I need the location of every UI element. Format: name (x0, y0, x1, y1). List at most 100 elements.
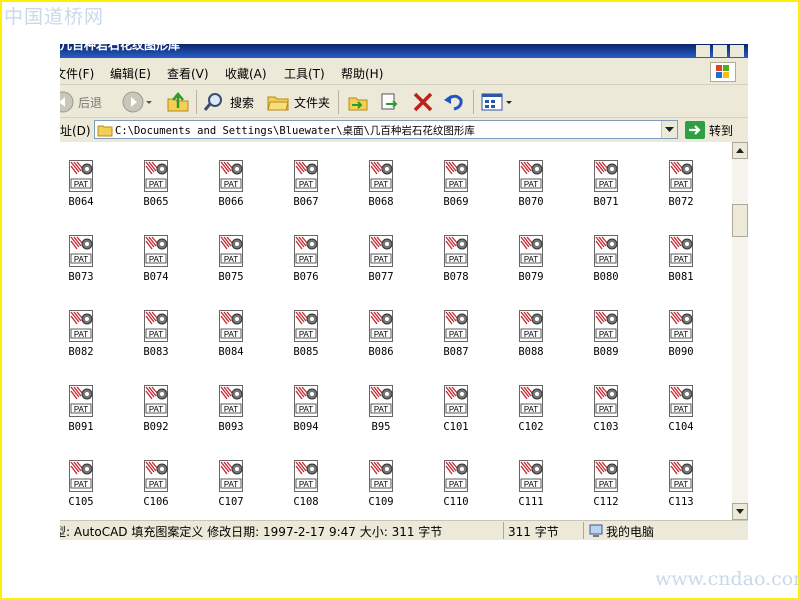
menu-favorites[interactable]: 收藏(A) (225, 65, 267, 82)
file-item[interactable]: PAT B078 (425, 235, 485, 295)
folder-up-icon (167, 92, 189, 112)
menu-edit[interactable]: 编辑(E) (110, 65, 151, 82)
forward-arrow-icon (122, 91, 144, 113)
file-item[interactable]: PAT B091 (60, 385, 110, 445)
file-name: B077 (368, 271, 394, 283)
file-item[interactable]: PAT B093 (200, 385, 260, 445)
file-item[interactable]: PAT B95 (350, 385, 410, 445)
file-item[interactable]: PAT C105 (60, 460, 110, 520)
status-zone: 我的电脑 (606, 525, 655, 539)
file-item[interactable]: PAT C111 (500, 460, 560, 520)
address-input[interactable]: C:\Documents and Settings\Bluewater\桌面\几… (94, 120, 678, 139)
file-item[interactable]: PAT C113 (650, 460, 710, 520)
file-name: B086 (368, 346, 394, 358)
move-to-button[interactable] (346, 91, 370, 113)
search-button[interactable]: 搜索 (202, 91, 254, 113)
menu-view[interactable]: 查看(V) (167, 65, 209, 82)
pat-file-icon: PAT (669, 160, 693, 192)
pat-badge: PAT (299, 330, 313, 339)
scroll-thumb[interactable] (732, 204, 748, 237)
pat-file-icon: PAT (369, 385, 393, 417)
file-item[interactable]: PAT B088 (500, 310, 560, 370)
file-item[interactable]: PAT B065 (125, 160, 185, 220)
toolbar-separator (338, 90, 339, 114)
window-controls[interactable] (696, 45, 744, 57)
file-item[interactable]: PAT B067 (275, 160, 335, 220)
file-item[interactable]: PAT C112 (575, 460, 635, 520)
file-item[interactable]: PAT C106 (125, 460, 185, 520)
scroll-down-button[interactable] (732, 503, 748, 520)
pat-file-icon: PAT (69, 310, 93, 342)
pat-file-icon: PAT (144, 160, 168, 192)
copy-to-button[interactable] (378, 91, 402, 113)
vertical-scrollbar[interactable] (732, 142, 748, 520)
file-item[interactable]: PAT B083 (125, 310, 185, 370)
scroll-up-button[interactable] (732, 142, 748, 159)
pat-badge: PAT (524, 255, 538, 264)
file-item[interactable]: PAT C110 (425, 460, 485, 520)
file-item[interactable]: PAT B064 (60, 160, 110, 220)
menu-help[interactable]: 帮助(H) (341, 65, 383, 82)
file-item[interactable]: PAT B081 (650, 235, 710, 295)
file-item[interactable]: PAT B080 (575, 235, 635, 295)
file-item[interactable]: PAT B079 (500, 235, 560, 295)
pat-file-icon: PAT (144, 235, 168, 267)
file-item[interactable]: PAT C107 (200, 460, 260, 520)
file-name: C101 (443, 421, 469, 433)
file-item[interactable]: PAT B069 (425, 160, 485, 220)
arrow-down-icon (736, 509, 744, 514)
watermark-bottom: www.cndao.com (655, 568, 800, 590)
file-item[interactable]: PAT B074 (125, 235, 185, 295)
folders-button[interactable]: 文件夹 (266, 91, 330, 113)
file-item[interactable]: PAT B084 (200, 310, 260, 370)
file-item[interactable]: PAT C104 (650, 385, 710, 445)
address-dropdown-button[interactable] (661, 121, 677, 138)
views-button[interactable] (480, 91, 514, 113)
file-name: B090 (668, 346, 694, 358)
file-item[interactable]: PAT C102 (500, 385, 560, 445)
file-item[interactable]: PAT B077 (350, 235, 410, 295)
menu-file[interactable]: 文件(F) (60, 65, 94, 82)
title-bar[interactable]: 几百种岩石花纹图形库 (60, 44, 748, 58)
menu-tools[interactable]: 工具(T) (284, 65, 325, 82)
file-item[interactable]: PAT B068 (350, 160, 410, 220)
toolbar-separator (473, 90, 474, 114)
pat-badge: PAT (674, 330, 688, 339)
pat-file-icon: PAT (69, 160, 93, 192)
pat-file-icon: PAT (294, 160, 318, 192)
search-icon (203, 93, 222, 111)
file-item[interactable]: PAT B070 (500, 160, 560, 220)
forward-button[interactable] (122, 91, 154, 113)
file-item[interactable]: PAT B094 (275, 385, 335, 445)
file-item[interactable]: PAT C103 (575, 385, 635, 445)
delete-button[interactable] (411, 91, 435, 113)
file-item[interactable]: PAT B090 (650, 310, 710, 370)
file-item[interactable]: PAT B071 (575, 160, 635, 220)
pat-badge: PAT (599, 330, 613, 339)
pat-file-icon: PAT (519, 310, 543, 342)
file-item[interactable]: PAT C101 (425, 385, 485, 445)
file-item[interactable]: PAT B075 (200, 235, 260, 295)
undo-button[interactable] (442, 91, 466, 113)
file-item[interactable]: PAT B072 (650, 160, 710, 220)
file-item[interactable]: PAT B086 (350, 310, 410, 370)
chevron-down-icon (146, 101, 152, 104)
file-item[interactable]: PAT C108 (275, 460, 335, 520)
file-item[interactable]: PAT B076 (275, 235, 335, 295)
go-button[interactable]: 转到 (685, 120, 733, 140)
file-name: C105 (68, 496, 94, 508)
back-button[interactable]: 后退 (60, 91, 102, 113)
file-item[interactable]: PAT B092 (125, 385, 185, 445)
file-item[interactable]: PAT B066 (200, 160, 260, 220)
file-item[interactable]: PAT B089 (575, 310, 635, 370)
pat-badge: PAT (524, 405, 538, 414)
pat-badge: PAT (524, 180, 538, 189)
file-item[interactable]: PAT B087 (425, 310, 485, 370)
file-item[interactable]: PAT B073 (60, 235, 110, 295)
up-folder-button[interactable] (166, 91, 190, 113)
file-item[interactable]: PAT B085 (275, 310, 335, 370)
folder-icon (97, 125, 113, 137)
pat-badge: PAT (599, 255, 613, 264)
file-item[interactable]: PAT C109 (350, 460, 410, 520)
file-item[interactable]: PAT B082 (60, 310, 110, 370)
